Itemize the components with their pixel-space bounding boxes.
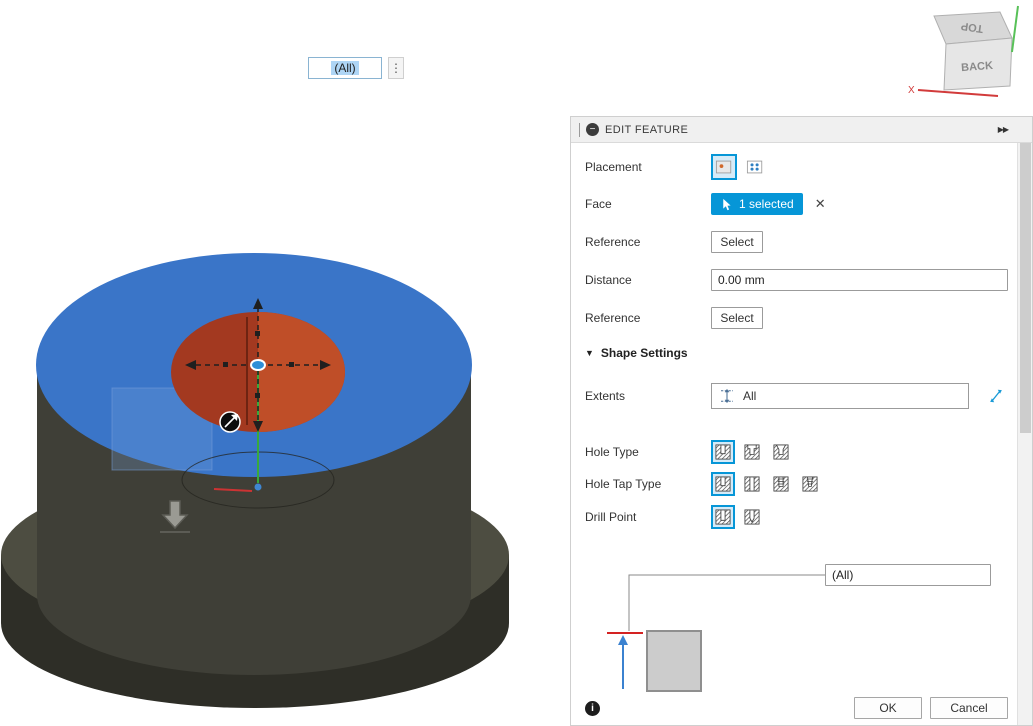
x-axis-label: X: [908, 85, 915, 96]
reference-bottom-row: Reference Select: [585, 305, 1008, 331]
kebab-menu-icon[interactable]: ⋮: [388, 57, 404, 79]
simple-hole-icon: [713, 442, 733, 462]
reference-top-select-button[interactable]: Select: [711, 231, 763, 253]
dialog-header[interactable]: − EDIT FEATURE ▶▶: [571, 117, 1032, 143]
through-all-icon: [718, 387, 736, 405]
shape-settings-label: Shape Settings: [601, 346, 688, 360]
3d-viewport[interactable]: [0, 225, 520, 725]
drill-point-flat-button[interactable]: [711, 505, 735, 529]
x-axis-indicator: [918, 90, 998, 96]
tap-type-tapped-button[interactable]: [769, 472, 793, 496]
cancel-button[interactable]: Cancel: [930, 697, 1008, 719]
countersink-icon: [771, 442, 791, 462]
viewcube-front-label: BACK: [961, 60, 994, 74]
floating-extent-input-group: (All) ⋮: [308, 57, 404, 79]
hole-tap-type-row: Hole Tap Type: [585, 471, 1008, 497]
dialog-scrollbar[interactable]: [1017, 143, 1032, 725]
ok-button[interactable]: OK: [854, 697, 922, 719]
flat-drill-point-icon: [713, 507, 733, 527]
edit-feature-dialog: − EDIT FEATURE ▶▶ Placement Face 1 se: [570, 116, 1033, 726]
reference-top-row: Reference Select: [585, 229, 1008, 255]
placement-multiple-holes-button[interactable]: [742, 154, 768, 180]
placement-row: Placement: [585, 153, 1008, 181]
drill-point-row: Drill Point: [585, 504, 1008, 530]
hole-center-point[interactable]: [255, 484, 262, 491]
face-selection-button[interactable]: 1 selected: [711, 193, 803, 215]
y-axis-indicator: [1012, 6, 1018, 52]
hole-type-simple-button[interactable]: [711, 440, 735, 464]
pin-right-icon[interactable]: ▶▶: [998, 125, 1008, 134]
extents-dropdown[interactable]: All: [711, 383, 969, 409]
collapse-icon[interactable]: −: [586, 123, 599, 136]
scrollbar-thumb[interactable]: [1020, 143, 1031, 433]
hole-type-counterbore-button[interactable]: [740, 440, 764, 464]
placement-single-hole-button[interactable]: [711, 154, 737, 180]
flip-direction-button[interactable]: [987, 387, 1005, 405]
viewcube[interactable]: TOP BACK X: [900, 0, 1033, 110]
taper-tapped-hole-icon: [800, 474, 820, 494]
shape-settings-header[interactable]: ▼ Shape Settings: [585, 342, 1008, 364]
extents-value: All: [743, 389, 756, 403]
tapped-hole-icon: [771, 474, 791, 494]
tap-type-simple-button[interactable]: [711, 472, 735, 496]
rotate-handle-icon[interactable]: [220, 412, 240, 432]
simple-tap-icon: [713, 474, 733, 494]
drill-point-angle-button[interactable]: [740, 505, 764, 529]
hole-type-countersink-button[interactable]: [769, 440, 793, 464]
extent-mini-input[interactable]: (All): [308, 57, 382, 79]
distance-input[interactable]: [711, 269, 1008, 291]
face-row: Face 1 selected ✕: [585, 191, 1008, 217]
diagram-hole-section: [647, 631, 701, 691]
multiple-holes-icon: [744, 156, 766, 178]
hole-type-row: Hole Type: [585, 439, 1008, 465]
extents-row: Extents All: [585, 381, 1008, 411]
distance-label: Distance: [585, 273, 711, 287]
reference-top-label: Reference: [585, 235, 711, 249]
angle-drill-point-icon: [742, 507, 762, 527]
tap-type-clearance-button[interactable]: [740, 472, 764, 496]
extent-mini-value: (All): [331, 61, 358, 75]
diagram-extent-input[interactable]: [825, 564, 991, 586]
counterbore-icon: [742, 442, 762, 462]
info-icon[interactable]: i: [585, 701, 600, 716]
reference-bottom-label: Reference: [585, 311, 711, 325]
distance-row: Distance: [585, 267, 1008, 293]
cursor-icon: [720, 198, 733, 211]
face-selection-count: 1 selected: [739, 197, 794, 211]
hole-tap-type-label: Hole Tap Type: [585, 477, 711, 491]
drag-handle[interactable]: [579, 123, 580, 137]
page: { "floating_input": { "value": "(All)" }…: [0, 0, 1033, 726]
center-point-handle[interactable]: [251, 360, 265, 370]
tap-type-taper-tapped-button[interactable]: [798, 472, 822, 496]
flip-icon: [987, 387, 1005, 405]
extents-label: Extents: [585, 389, 711, 403]
chevron-down-icon: ▼: [585, 348, 594, 358]
dialog-footer: i OK Cancel: [585, 696, 1008, 720]
reference-bottom-select-button[interactable]: Select: [711, 307, 763, 329]
drill-point-label: Drill Point: [585, 510, 711, 524]
clearance-tap-icon: [742, 474, 762, 494]
hole-type-label: Hole Type: [585, 445, 711, 459]
placement-label: Placement: [585, 160, 711, 174]
dialog-title: EDIT FEATURE: [605, 124, 688, 136]
single-hole-icon: [713, 156, 735, 178]
clear-selection-icon[interactable]: ✕: [815, 196, 826, 212]
face-label: Face: [585, 197, 711, 211]
